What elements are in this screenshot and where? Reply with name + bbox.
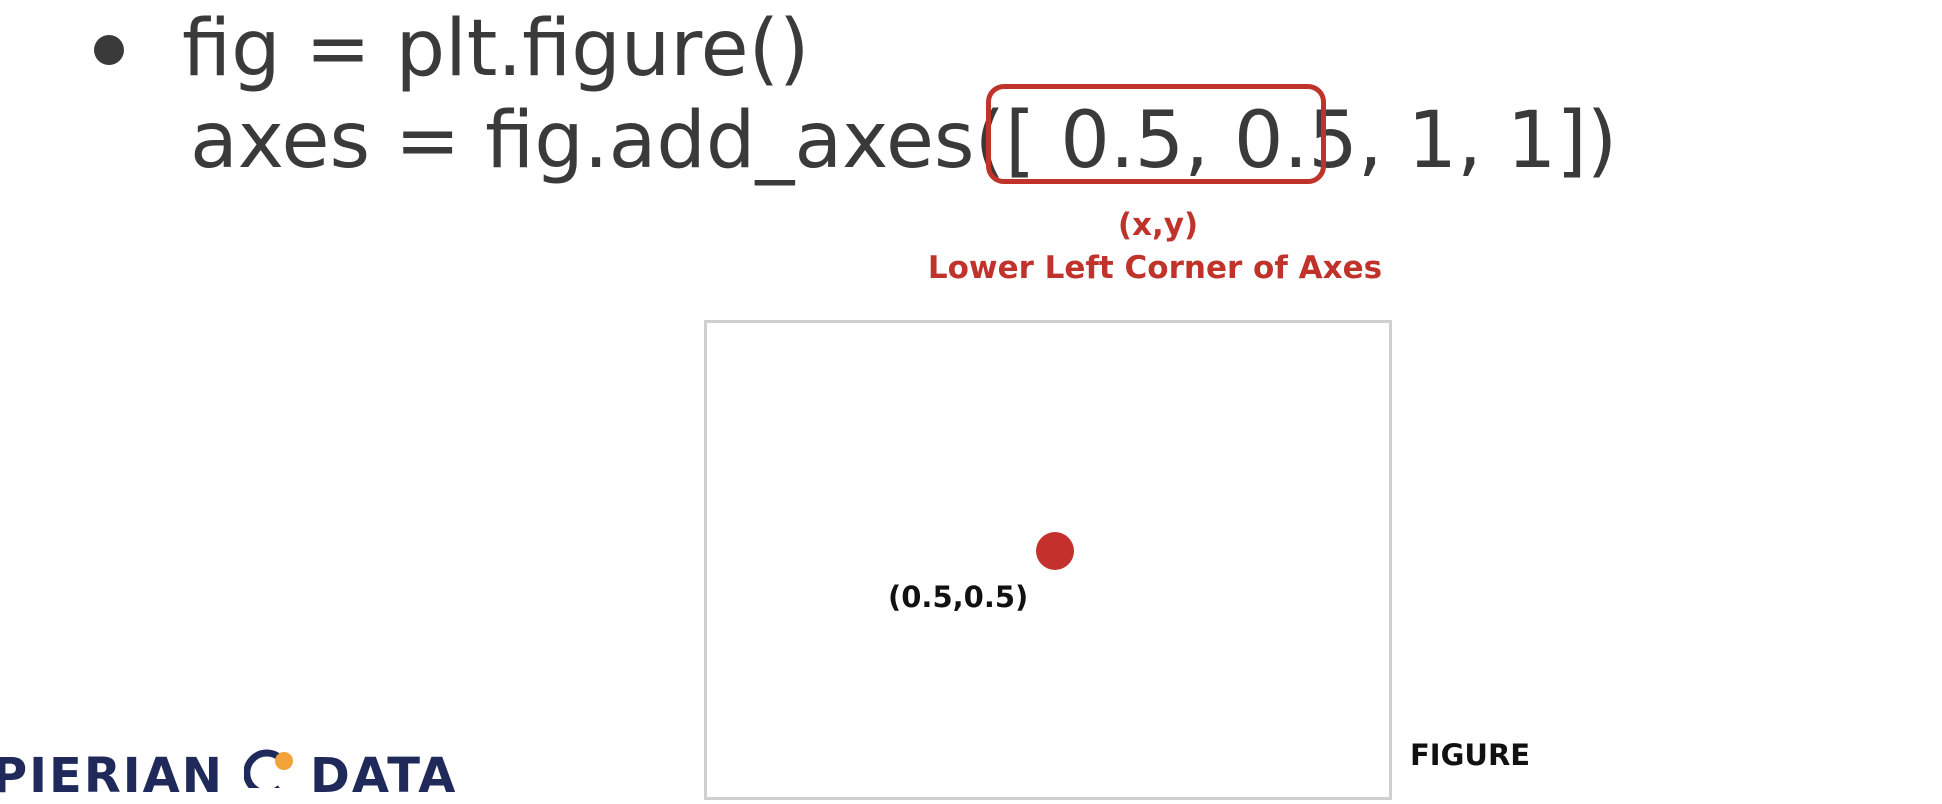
logo-mark-icon xyxy=(244,749,293,788)
lower-left-corner-annotation: Lower Left Corner of Axes xyxy=(927,250,1383,286)
code-line-figure: fig = plt.figure() xyxy=(182,4,810,94)
logo-text-left: PIERIAN xyxy=(0,748,224,804)
logo-text-right: DATA xyxy=(310,748,458,804)
xy-annotation: (x,y) xyxy=(1117,207,1199,243)
figure-label: FIGURE xyxy=(1410,738,1531,772)
xy-highlight-box xyxy=(986,84,1326,184)
point-coordinate-label: (0.5,0.5) xyxy=(888,580,1029,614)
corner-point-icon xyxy=(1036,532,1074,570)
logo: PIERIAN DATA xyxy=(0,748,460,804)
bullet-dot-icon xyxy=(94,35,124,65)
code-line-add-axes: axes = fig.add_axes([ 0.5, 0.5, 1, 1]) xyxy=(190,96,1618,186)
